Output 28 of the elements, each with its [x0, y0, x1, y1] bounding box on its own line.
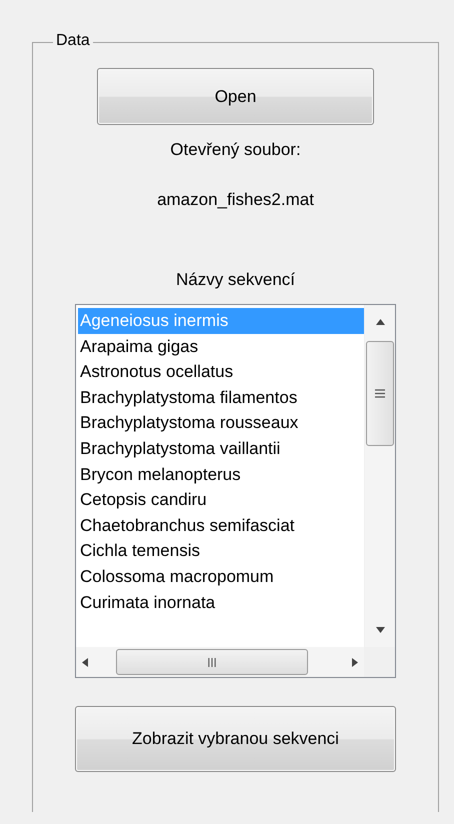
list-item[interactable]: Arapaima gigas — [78, 334, 364, 360]
scroll-left-icon[interactable] — [82, 658, 88, 666]
scroll-right-icon[interactable] — [352, 658, 358, 666]
list-item[interactable]: Brachyplatystoma rousseaux — [78, 410, 364, 436]
horizontal-scrollbar[interactable] — [76, 647, 364, 677]
show-sequence-button[interactable]: Zobrazit vybranou sekvenci — [75, 706, 396, 772]
scroll-down-icon[interactable] — [376, 627, 384, 633]
file-name: amazon_fishes2.mat — [157, 190, 314, 210]
list-item[interactable]: Colossoma macropomum — [78, 564, 364, 590]
list-item[interactable]: Brachyplatystoma vaillantii — [78, 436, 364, 462]
list-item[interactable]: Cetopsis candiru — [78, 487, 364, 513]
open-button[interactable]: Open — [97, 68, 374, 125]
sequence-listbox[interactable] — [75, 304, 396, 678]
list-item[interactable]: Cichla temensis — [78, 538, 364, 564]
grip-icon[interactable] — [375, 389, 385, 398]
scrollbar-corner — [364, 647, 395, 677]
list-item[interactable]: Brycon melanopterus — [78, 462, 364, 488]
list-item[interactable]: Curimata inornata — [78, 590, 364, 616]
vertical-scrollbar[interactable] — [364, 305, 395, 647]
grip-icon[interactable] — [207, 658, 217, 666]
scroll-up-icon[interactable] — [376, 319, 384, 325]
file-label: Otevřený soubor: — [170, 140, 301, 160]
scroll-thumb[interactable] — [366, 341, 394, 446]
list-label: Názvy sekvencí — [176, 270, 296, 290]
list-item[interactable]: Astronotus ocellatus — [78, 359, 364, 385]
scroll-thumb[interactable] — [116, 649, 308, 675]
list-item[interactable]: Brachyplatystoma filamentos — [78, 384, 364, 410]
list-item[interactable]: Chaetobranchus semifasciat — [78, 512, 364, 538]
